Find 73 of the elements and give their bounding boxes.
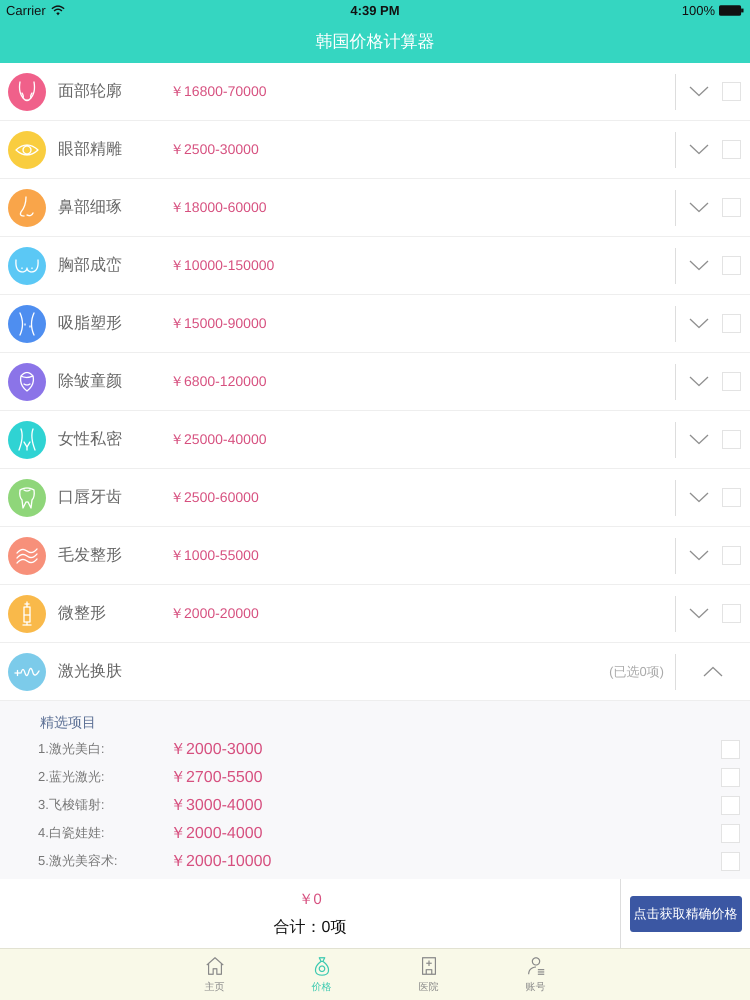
chevron-down-icon[interactable] [689,86,709,97]
category-name: 眼部精雕 [58,140,123,160]
total-price: ￥0 [298,890,322,908]
option-price: ￥2000-4000 [170,824,264,844]
chevron-down-icon[interactable] [689,144,709,155]
battery-icon [719,4,744,16]
checkbox[interactable] [722,430,741,449]
tab-item[interactable]: 账号 [482,949,589,1000]
price-range: ￥1000-55000 [170,546,259,564]
option-price: ￥2000-10000 [170,852,272,872]
option-label: 5.激光美容术: [38,852,118,870]
category-name: 口唇牙齿 [58,488,123,508]
chevron-down-icon[interactable] [689,434,709,445]
price-range: ￥18000-60000 [170,198,267,216]
price-range: ￥2500-30000 [170,140,259,158]
wifi-icon [50,4,65,16]
tab-item[interactable]: 主页 [161,949,268,1000]
price-range: ￥25000-40000 [170,430,267,448]
category-name: 胸部成峦 [58,255,123,276]
option-label: 2.蓝光激光: [38,768,106,786]
selected-count: (已选0项) [609,662,664,680]
category-name: 女性私密 [58,430,123,450]
category-name: 微整形 [58,604,107,624]
checkbox[interactable] [722,314,741,333]
category-name: 面部轮廓 [58,82,123,102]
checkbox[interactable] [722,546,741,565]
chevron-down-icon[interactable] [689,608,709,619]
category-name: 鼻部细琢 [58,198,123,218]
checkbox[interactable] [721,824,740,842]
checkbox[interactable] [722,372,741,391]
checkbox[interactable] [722,82,741,101]
checkbox[interactable] [721,768,740,786]
chevron-down-icon[interactable] [689,550,709,561]
checkbox[interactable] [722,256,741,275]
checkbox[interactable] [721,852,740,870]
category-name: 吸脂塑形 [58,313,123,334]
checkbox[interactable] [722,604,741,623]
option-label: 4.白瓷娃娃: [38,824,106,842]
price-range: ￥10000-150000 [170,256,274,274]
price-range: ￥2500-60000 [170,488,259,506]
option-label: 1.激光美白: [38,740,106,758]
checkbox[interactable] [722,488,741,507]
price-range: ￥2000-20000 [170,604,259,622]
option-price: ￥2700-5500 [170,768,264,788]
checkbox[interactable] [722,140,741,159]
chevron-down-icon[interactable] [689,318,709,329]
option-price: ￥2000-3000 [170,740,264,760]
option-label: 3.飞梭镭射: [38,796,106,814]
tab-item[interactable]: 价格 [268,949,375,1000]
price-range: ￥16800-70000 [170,82,267,100]
option-price: ￥3000-4000 [170,796,264,816]
battery-percent: 100% [682,2,715,18]
options-title: 精选项目 [40,714,96,730]
category-name: 毛发整形 [58,546,123,566]
price-range: ￥6800-120000 [170,372,267,390]
tab-item[interactable]: 医院 [375,949,482,1000]
home-icon [204,955,226,977]
category-name: 除皱童颜 [58,372,123,392]
checkbox[interactable] [721,796,740,814]
checkbox[interactable] [722,198,741,217]
checkbox[interactable] [721,740,740,758]
chevron-down-icon[interactable] [689,492,709,503]
chevron-down-icon[interactable] [689,260,709,271]
chevron-down-icon[interactable] [689,202,709,213]
clock-time: 4:39 PM [350,2,400,18]
total-count: 合计：0项 [274,918,346,938]
chevron-up-icon[interactable] [703,666,723,677]
chevron-down-icon[interactable] [689,376,709,387]
header-title: 韩国价格计算器 [316,31,434,53]
price-range: ￥15000-90000 [170,314,267,332]
carrier-label: Carrier [6,2,46,18]
get-price-button[interactable]: 点击获取精确价格 [630,896,742,932]
category-name: 激光换肤 [58,662,123,682]
